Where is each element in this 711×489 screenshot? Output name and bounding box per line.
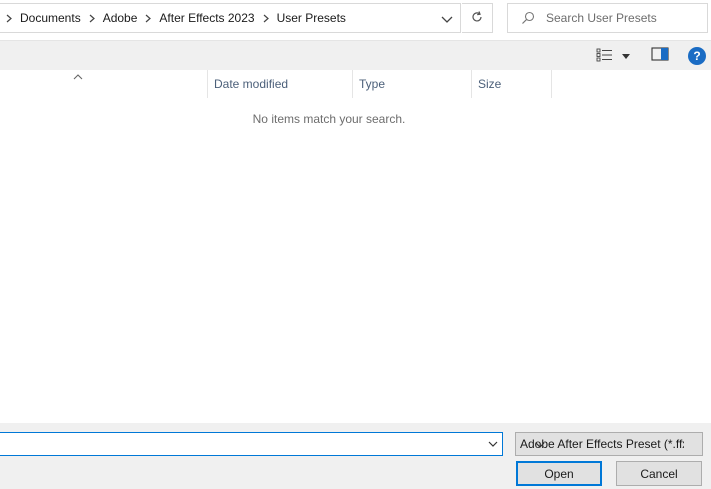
- chevron-right-icon[interactable]: [0, 14, 18, 23]
- sort-ascending-icon: [72, 70, 84, 80]
- breadcrumb-documents[interactable]: Documents: [18, 11, 83, 25]
- filename-input[interactable]: [4, 435, 474, 453]
- refresh-button[interactable]: [462, 3, 493, 33]
- search-input[interactable]: [546, 11, 696, 25]
- column-header-date-modified[interactable]: Date modified: [208, 70, 353, 98]
- chevron-right-icon[interactable]: [83, 14, 101, 23]
- address-row: Documents Adobe After Effects 2023 User …: [0, 0, 711, 40]
- chevron-down-icon[interactable]: [534, 439, 698, 451]
- toolbar: ?: [0, 40, 711, 70]
- chevron-right-icon[interactable]: [139, 14, 157, 23]
- open-button[interactable]: Open: [516, 461, 602, 486]
- column-header-name[interactable]: [0, 70, 208, 98]
- file-list[interactable]: Date modified Type Size No items match y…: [0, 70, 711, 423]
- details-view-icon: [596, 48, 614, 65]
- filetype-select[interactable]: Adobe After Effects Preset (*.ffx): [515, 432, 703, 456]
- address-bar[interactable]: Documents Adobe After Effects 2023 User …: [0, 3, 461, 33]
- preview-pane-button[interactable]: [651, 47, 671, 65]
- column-header-size[interactable]: Size: [472, 70, 552, 98]
- breadcrumb-after-effects-2023[interactable]: After Effects 2023: [157, 11, 256, 25]
- search-icon: [520, 10, 536, 26]
- empty-message: No items match your search.: [252, 112, 406, 126]
- breadcrumb-adobe[interactable]: Adobe: [101, 11, 140, 25]
- breadcrumb-user-presets[interactable]: User Presets: [275, 11, 348, 25]
- chevron-down-icon[interactable]: [440, 12, 454, 26]
- footer: Adobe After Effects Preset (*.ffx) Open …: [0, 423, 711, 489]
- help-icon[interactable]: ?: [688, 47, 706, 65]
- cancel-button[interactable]: Cancel: [616, 461, 702, 486]
- filename-combobox[interactable]: [0, 432, 503, 456]
- refresh-icon: [470, 10, 484, 27]
- chevron-right-icon[interactable]: [257, 14, 275, 23]
- search-box[interactable]: [507, 3, 708, 33]
- preview-pane-icon: [651, 47, 669, 64]
- column-header-type[interactable]: Type: [353, 70, 472, 98]
- chevron-down-icon[interactable]: [622, 49, 630, 63]
- chevron-down-icon[interactable]: [487, 438, 499, 450]
- change-view-button[interactable]: [596, 46, 634, 66]
